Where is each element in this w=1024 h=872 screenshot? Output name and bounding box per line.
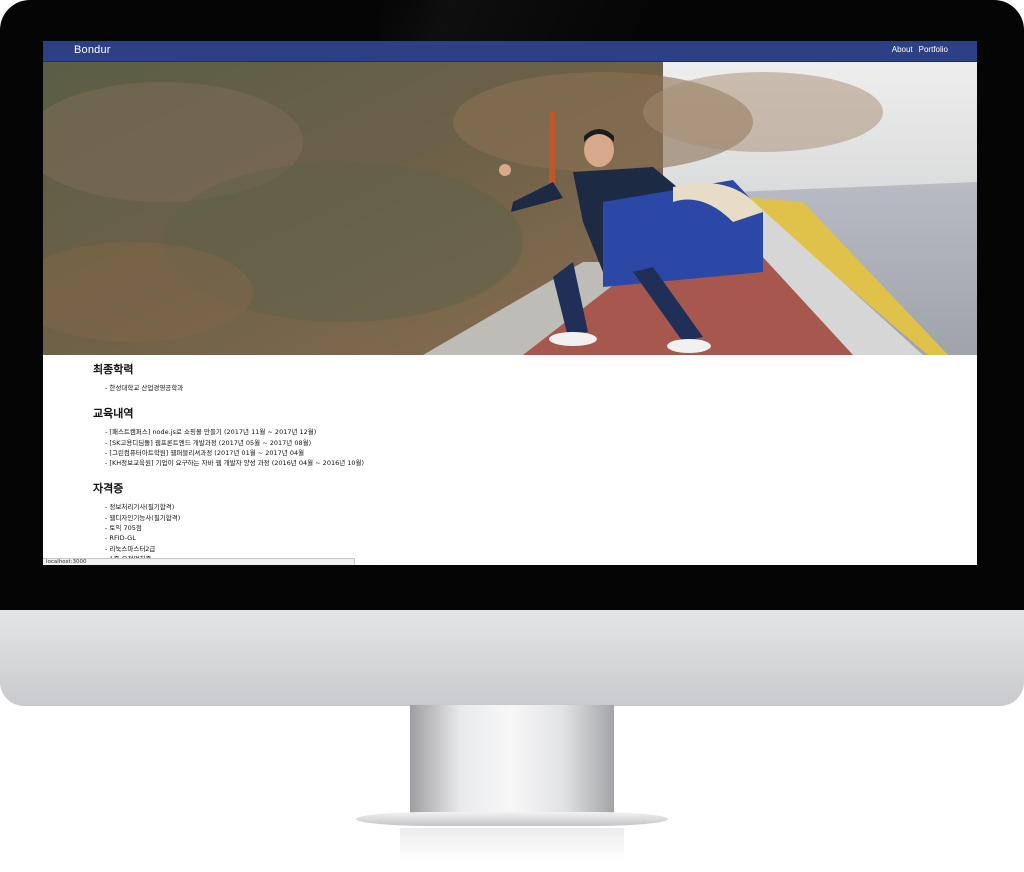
- nav-links: About Portfolio: [892, 45, 948, 54]
- monitor-stand-base: [356, 812, 668, 826]
- list-item: 리눅스마스터2급: [105, 544, 933, 554]
- list-item: 웹디자인기능사(필기합격): [105, 513, 933, 523]
- stand-reflection: [400, 828, 624, 862]
- screen: Bondur About Portfolio 최종학력 - 한성대학교 산업경영…: [43, 41, 977, 565]
- list-item: [그린컴퓨터아트학원] 웹퍼블리셔과정 (2017년 01월 ~ 2017년 0…: [105, 448, 933, 458]
- list-item: [SK고용디딤돌] 웹프론트엔드 개발과정 (2017년 05월 ~ 2017년…: [105, 438, 933, 448]
- list-item: 토익 705점: [105, 523, 933, 533]
- list-item: [KH정보교육원] 기업이 요구하는 자바 웹 개발자 양성 과정 (2016년…: [105, 458, 933, 468]
- nav-link-portfolio[interactable]: Portfolio: [919, 45, 948, 54]
- list-item: [패스트캠퍼스] node.js로 쇼핑몰 만들기 (2017년 11월 ~ 2…: [105, 427, 933, 437]
- monitor-chin: [0, 610, 1024, 706]
- hero-photo: [43, 62, 977, 355]
- section-title-education: 최종학력: [93, 363, 134, 376]
- section-title-training: 교육내역: [93, 407, 134, 421]
- list-item: 정보처리기사(필기합격): [105, 502, 933, 512]
- list-item: 한성대학교 산업경영공학과: [105, 383, 933, 393]
- monitor-stand-neck: [410, 705, 614, 817]
- training-list: [패스트캠퍼스] node.js로 쇼핑몰 만들기 (2017년 11월 ~ 2…: [93, 427, 933, 468]
- hero-photo-man-jumping-on-sidewalk: [43, 62, 977, 355]
- section-title-certifications: 자격증: [93, 482, 124, 496]
- education-list: 한성대학교 산업경영공학과: [93, 383, 933, 393]
- browser-status-bar: localhost:3000: [43, 558, 355, 565]
- list-item: RFID-GL: [105, 533, 933, 543]
- resume-content: 최종학력 한성대학교 산업경영공학과 교육내역 [패스트캠퍼스] node.js…: [93, 361, 933, 564]
- imac-monitor: Bondur About Portfolio 최종학력 - 한성대학교 산업경영…: [0, 0, 1024, 872]
- brand-logo[interactable]: Bondur: [74, 44, 111, 56]
- navbar: Bondur About Portfolio: [43, 41, 977, 62]
- nav-link-about[interactable]: About: [892, 45, 913, 54]
- certifications-list: 정보처리기사(필기합격) 웹디자인기능사(필기합격) 토익 705점 RFID-…: [93, 502, 933, 564]
